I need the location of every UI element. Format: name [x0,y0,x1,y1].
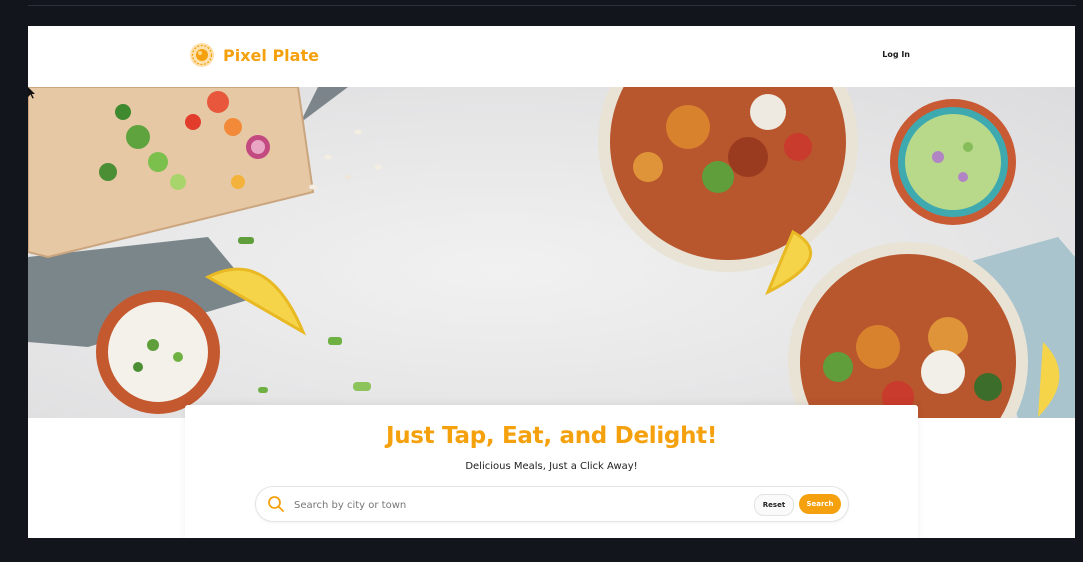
brand-link[interactable]: Pixel Plate [189,42,319,68]
food-flatlay-image [28,87,1075,418]
search-input[interactable] [292,494,736,516]
search-button[interactable]: Search [799,494,841,514]
brand-name: Pixel Plate [223,45,319,65]
search-icon [268,496,284,512]
search-card: Just Tap, Eat, and Delight! Delicious Me… [185,405,918,538]
login-link[interactable]: Log In [882,50,910,59]
plate-logo-icon [190,43,214,67]
page-headline: Just Tap, Eat, and Delight! [385,423,718,449]
mouse-cursor-icon [28,87,35,99]
hero-banner [28,87,1075,418]
navbar: Pixel Plate Log In [28,26,1075,88]
app-window: Pixel Plate Log In Just Tap, Eat, and De… [28,26,1075,538]
reset-button[interactable]: Reset [754,494,794,516]
page-subheadline: Delicious Meals, Just a Click Away! [465,461,638,472]
search-bar: Reset Search [255,486,849,522]
window-top-divider [28,5,1076,6]
